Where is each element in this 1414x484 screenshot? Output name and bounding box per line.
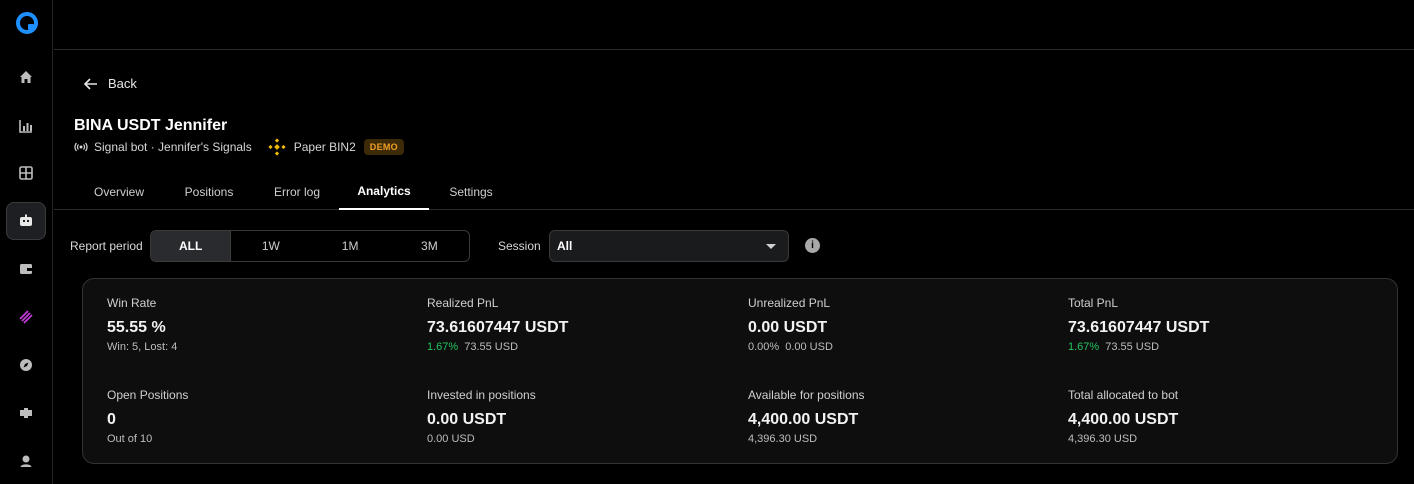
stat-label: Available for positions (748, 388, 865, 402)
bot-info: Signal bot · Jennifer's Signals Paper BI… (74, 138, 404, 156)
tab-bar: Overview Positions Error log Analytics S… (54, 174, 1414, 210)
bot-type: Signal bot · Jennifer's Signals (74, 140, 252, 154)
stat-label: Unrealized PnL (748, 296, 831, 310)
layers-icon (19, 310, 33, 324)
exchange-label: Paper BIN2 (293, 140, 356, 154)
chart-icon (19, 120, 32, 133)
tab-overview[interactable]: Overview (78, 174, 160, 210)
stat-label: Open Positions (107, 388, 189, 402)
sidebar-item-explore[interactable] (6, 346, 46, 384)
puzzle-icon (20, 408, 32, 418)
stat-invested: Invested in positions 0.00 USDT 0.00 USD (427, 388, 727, 445)
stat-label: Invested in positions (427, 388, 536, 402)
sidebar-item-charts[interactable] (6, 107, 46, 145)
page-title: BINA USDT Jennifer (74, 117, 228, 134)
stat-pct: 0.00% (748, 341, 780, 353)
stat-total-pnl: Total PnL 73.61607447 USDT 1.67% 73.55 US… (1068, 296, 1368, 353)
stat-win-rate: Win Rate 55.55 % Win: 5, Lost: 4 (107, 296, 407, 353)
stat-sub: 1.67% 73.55 USD (427, 341, 727, 353)
stat-label: Total PnL (1068, 296, 1119, 310)
session-label: Session (498, 239, 541, 253)
session-select[interactable]: All (549, 230, 789, 262)
compass-icon (20, 359, 32, 371)
stat-sub: 4,396.30 USD (1068, 433, 1138, 445)
period-3m-button[interactable]: 3M (390, 231, 469, 261)
demo-badge: DEMO (363, 139, 404, 155)
stat-sub: Win: 5, Lost: 4 (107, 341, 178, 353)
sidebar-item-ai[interactable] (6, 298, 46, 336)
stat-value: 4,400.00 USDT (1068, 411, 1179, 428)
stat-pct: 1.67% (1068, 341, 1100, 353)
binance-icon (268, 138, 286, 156)
stat-value: 4,400.00 USDT (748, 411, 859, 428)
wallet-icon (20, 264, 32, 274)
period-1w-button[interactable]: 1W (231, 231, 310, 261)
session-value: All (557, 239, 573, 253)
stat-usd: 73.55 USD (464, 341, 519, 353)
tab-positions[interactable]: Positions (168, 174, 250, 210)
stat-sub: 1.67% 73.55 USD (1068, 341, 1368, 353)
report-period-selector: ALL 1W 1M 3M (150, 230, 470, 262)
stat-unrealized-pnl: Unrealized PnL 0.00 USDT 0.00% 0.00 USD (748, 296, 1048, 353)
stat-available: Available for positions 4,400.00 USDT 4,… (748, 388, 1048, 445)
sidebar-item-bots[interactable] (6, 202, 46, 240)
sidebar-item-integrations[interactable] (6, 394, 46, 432)
stat-sub: 0.00% 0.00 USD (748, 341, 1048, 353)
stat-sub: 4,396.30 USD (748, 433, 818, 445)
top-bar (54, 0, 1414, 50)
chevron-down-icon (766, 244, 776, 249)
bot-icon (20, 214, 32, 226)
report-period-label: Report period (70, 239, 143, 253)
stat-label: Win Rate (107, 296, 157, 310)
stat-sub: Out of 10 (107, 433, 153, 445)
stat-value: 0.00 USDT (748, 319, 828, 336)
stat-value: 73.61607447 USDT (427, 319, 569, 336)
sidebar (0, 0, 53, 484)
user-icon (20, 455, 32, 467)
sidebar-item-home[interactable] (6, 58, 46, 96)
back-label: Back (108, 76, 137, 91)
sidebar-item-grid[interactable] (6, 154, 46, 192)
period-all-button[interactable]: ALL (151, 231, 232, 261)
exchange-link[interactable]: Paper BIN2 (268, 138, 356, 156)
stat-sub: 0.00 USD (427, 433, 475, 445)
info-icon[interactable]: i (805, 238, 820, 253)
stat-realized-pnl: Realized PnL 73.61607447 USDT 1.67% 73.55… (427, 296, 727, 353)
bot-type-label: Signal bot · Jennifer's Signals (94, 140, 252, 154)
tab-settings[interactable]: Settings (434, 174, 508, 210)
stat-open-positions: Open Positions 0 Out of 10 (107, 388, 407, 445)
tab-analytics[interactable]: Analytics (339, 174, 429, 210)
sidebar-item-wallet[interactable] (6, 250, 46, 288)
signal-icon (74, 142, 88, 152)
stat-value: 0.00 USDT (427, 411, 507, 428)
stat-usd: 73.55 USD (1105, 341, 1160, 353)
stat-pct: 1.67% (427, 341, 459, 353)
arrow-left-icon (84, 77, 97, 90)
stats-card: Win Rate 55.55 % Win: 5, Lost: 4 Realize… (82, 278, 1398, 464)
grid-icon (19, 166, 33, 180)
tab-error-log[interactable]: Error log (258, 174, 336, 210)
stat-value: 0 (107, 411, 116, 428)
logo-icon[interactable] (16, 12, 38, 34)
stat-label: Total allocated to bot (1068, 388, 1179, 402)
stat-usd: 0.00 USD (785, 341, 833, 353)
stat-value: 73.61607447 USDT (1068, 319, 1210, 336)
back-button[interactable]: Back (84, 76, 137, 91)
stat-label: Realized PnL (427, 296, 499, 310)
home-icon (20, 71, 32, 83)
sidebar-item-account[interactable] (6, 442, 46, 480)
stat-value: 55.55 % (107, 319, 166, 336)
period-1m-button[interactable]: 1M (311, 231, 390, 261)
stat-allocated: Total allocated to bot 4,400.00 USDT 4,3… (1068, 388, 1368, 445)
